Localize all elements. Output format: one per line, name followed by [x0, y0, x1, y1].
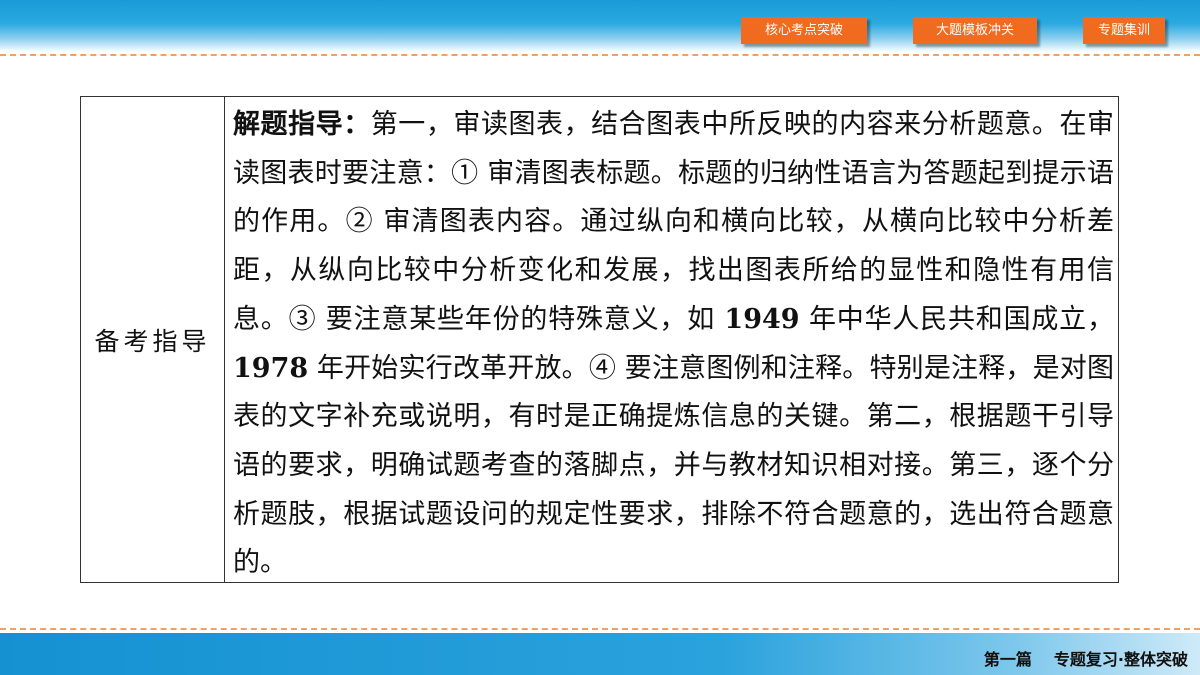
guidance-text-1: 第一，审读图表，结合图表中所反映的内容来分析题意。在审读图表时要注意：① 审清图… — [233, 109, 1115, 335]
header-divider — [0, 54, 1200, 56]
nav-button-core-points[interactable]: 核心考点突破 — [741, 17, 867, 44]
nav-button-training[interactable]: 专题集训 — [1083, 17, 1165, 44]
label-cell: 备考指导 — [81, 97, 225, 582]
year-1949: 1949 — [724, 303, 800, 335]
footer-caption: 第一篇 专题复习·整体突破 — [984, 646, 1188, 670]
footer-divider — [0, 628, 1200, 630]
guidance-text-3: 年开始实行改革开放。④ 要注意图例和注释。特别是注释，是对图表的文字补充或说明，… — [233, 352, 1114, 579]
content-table: 备考指导 解题指导：第一，审读图表，结合图表中所反映的内容来分析题意。在审读图表… — [80, 96, 1119, 583]
guidance-text-2: 年中华人民共和国成立， — [799, 303, 1114, 335]
year-1978: 1978 — [233, 352, 309, 384]
row-label: 备考指导 — [94, 326, 211, 356]
footer-part: 第一篇 — [983, 650, 1032, 669]
text-cell: 解题指导：第一，审读图表，结合图表中所反映的内容来分析题意。在审读图表时要注意：… — [225, 97, 1118, 582]
nav-button-template[interactable]: 大题模板冲关 — [913, 17, 1037, 44]
footer-title: 专题复习·整体突破 — [1053, 650, 1188, 669]
guidance-paragraph: 解题指导：第一，审读图表，结合图表中所反映的内容来分析题意。在审读图表时要注意：… — [233, 101, 1114, 588]
guidance-heading: 解题指导： — [233, 109, 371, 140]
